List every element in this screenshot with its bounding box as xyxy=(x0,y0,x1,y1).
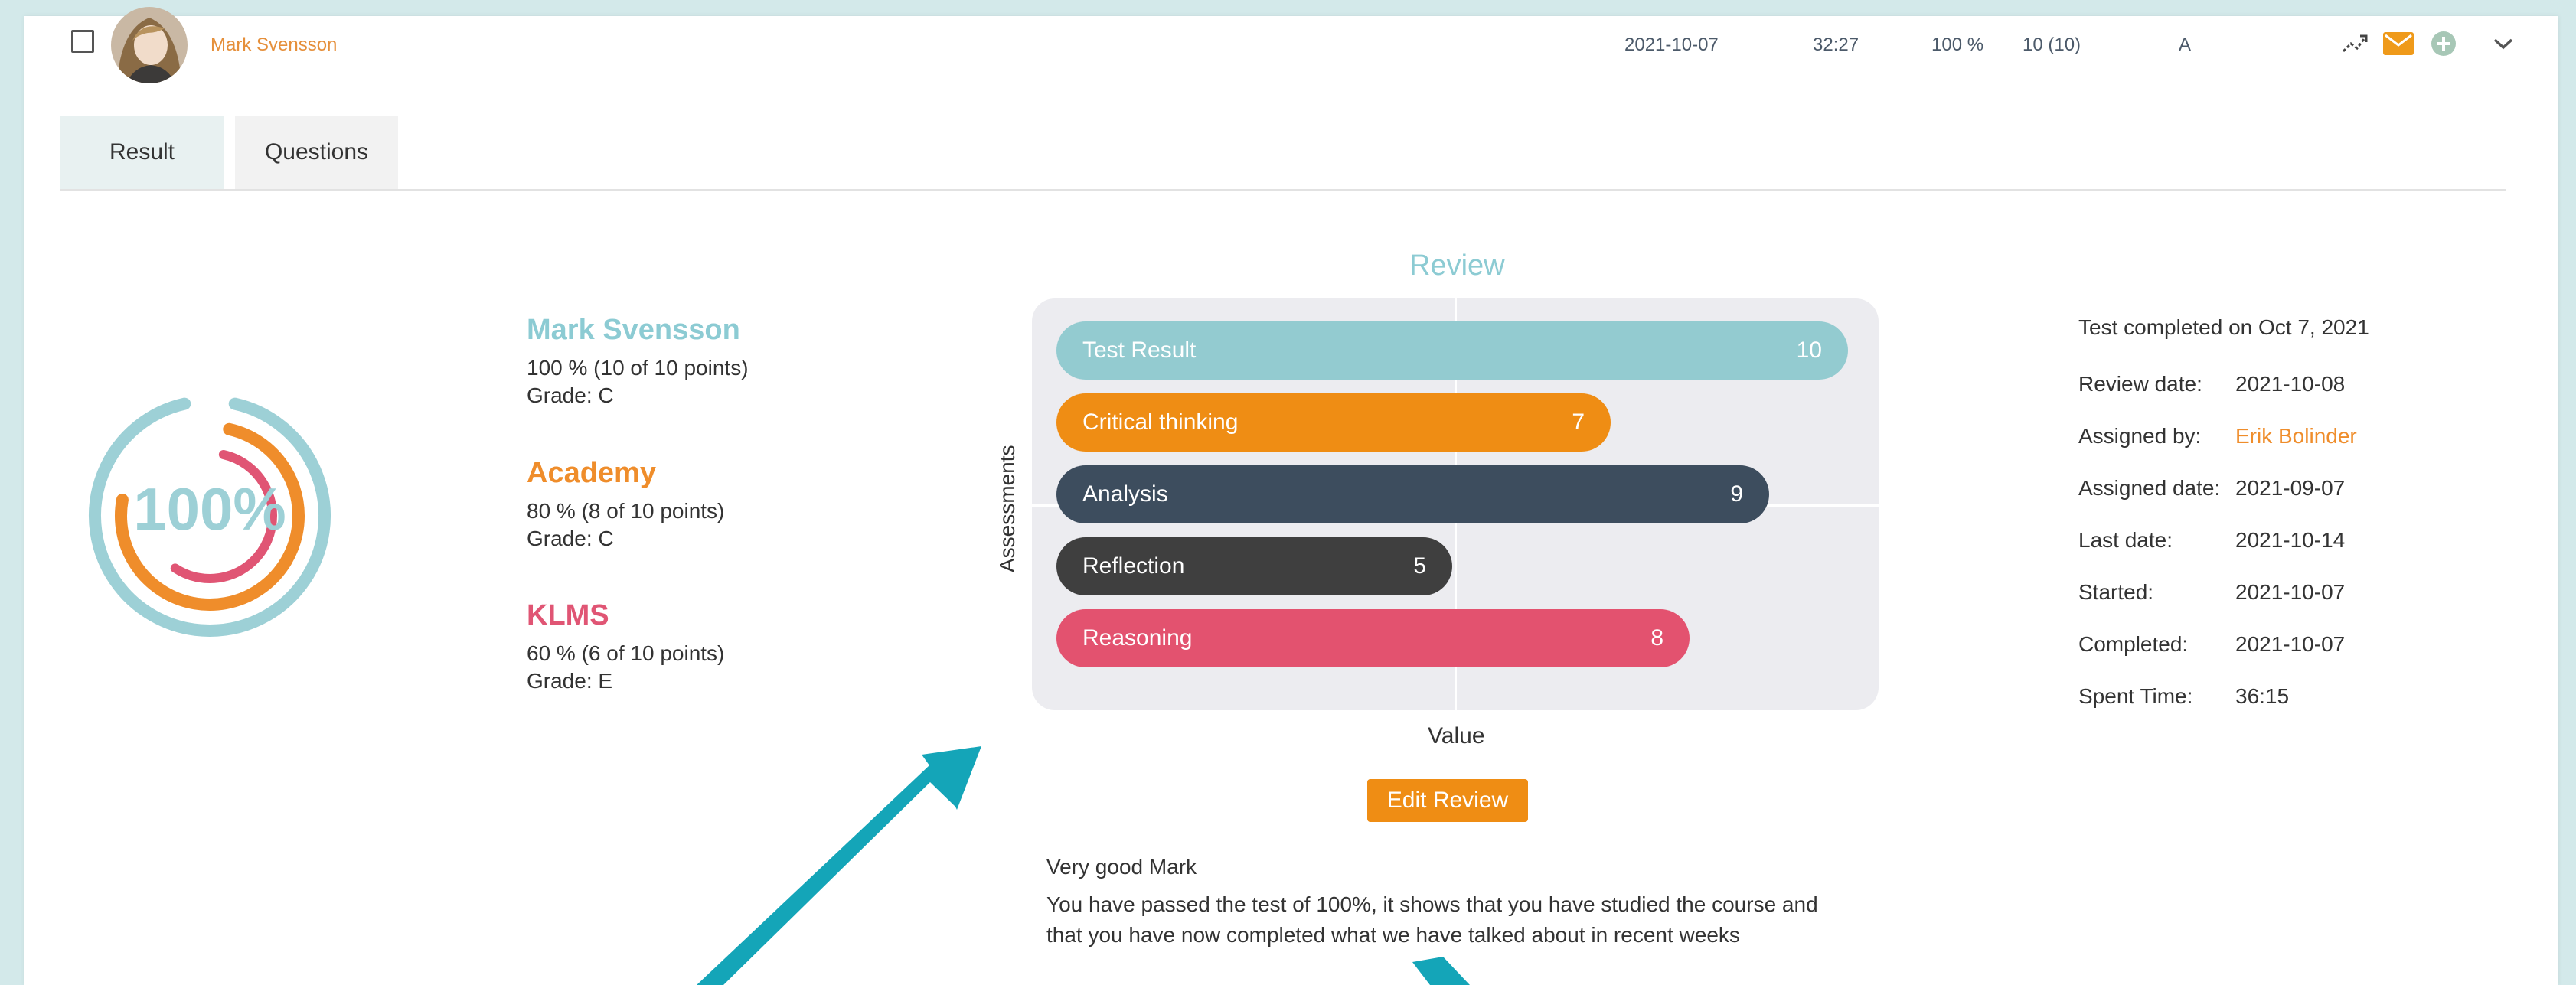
group-summary-student: Mark Svensson 100 % (10 of 10 points) Gr… xyxy=(527,314,749,409)
chart-y-axis-label: Assessments xyxy=(995,445,1019,573)
chart-bar-value: 5 xyxy=(1413,553,1426,579)
detail-value: 2021-10-07 xyxy=(2235,580,2346,604)
detail-label: Completed: xyxy=(2078,632,2189,656)
group-name: KLMS xyxy=(527,599,609,631)
assigned-by-link[interactable]: Erik Bolinder xyxy=(2235,424,2357,448)
chart-bar: Test Result 10 xyxy=(1056,321,1848,380)
score-ring: 100% xyxy=(89,397,331,637)
tab-result[interactable]: Result xyxy=(60,116,224,189)
detail-label: Spent Time: xyxy=(2078,684,2193,708)
row-points: 10 (10) xyxy=(2023,34,2081,55)
avatar xyxy=(111,7,188,83)
chart-bar-value: 10 xyxy=(1796,338,1822,363)
detail-label: Assigned date: xyxy=(2078,476,2221,500)
score-ring-label: 100% xyxy=(133,475,286,543)
group-grade: Grade: E xyxy=(527,669,613,693)
group-name: Academy xyxy=(527,457,656,489)
chart-bar-label: Test Result xyxy=(1082,338,1197,363)
chart-plot-area: Test Result 10 Critical thinking 7 Analysis 9… xyxy=(1032,298,1879,710)
group-grade: Grade: C xyxy=(527,383,614,407)
group-score: 100 % (10 of 10 points) xyxy=(527,356,749,380)
chart-x-axis-label: Value xyxy=(1428,723,1485,749)
group-name: Mark Svensson xyxy=(527,314,740,346)
row-percent: 100 % xyxy=(1931,34,1984,55)
mail-icon[interactable] xyxy=(2382,27,2415,60)
chart-bar: Reflection 5 xyxy=(1056,537,1452,595)
row-grade: A xyxy=(2179,34,2192,55)
group-score: 60 % (6 of 10 points) xyxy=(527,641,725,665)
detail-value: 2021-10-07 xyxy=(2235,632,2346,656)
detail-value: 2021-10-08 xyxy=(2235,372,2346,396)
group-score: 80 % (8 of 10 points) xyxy=(527,499,725,523)
chart-bar-value: 9 xyxy=(1730,481,1743,507)
chart-bar-label: Critical thinking xyxy=(1082,409,1239,435)
review-body-line-1: You have passed the test of 100%, it sho… xyxy=(1046,892,1818,916)
row-duration: 32:27 xyxy=(1813,34,1859,55)
chart-bar: Critical thinking 7 xyxy=(1056,393,1611,452)
chart-bar: Analysis 9 xyxy=(1056,465,1769,523)
chart-bar-label: Analysis xyxy=(1082,481,1168,507)
add-icon[interactable] xyxy=(2427,27,2460,60)
review-heading: Very good Mark xyxy=(1046,855,1197,879)
group-summary-klms: KLMS 60 % (6 of 10 points) Grade: E xyxy=(527,599,724,695)
detail-value: 36:15 xyxy=(2235,684,2290,708)
chart-bar-value: 8 xyxy=(1650,625,1663,651)
row-select-checkbox[interactable] xyxy=(71,30,94,53)
chart-title: Review xyxy=(1409,250,1505,282)
detail-value: 2021-09-07 xyxy=(2235,476,2346,500)
detail-label: Last date: xyxy=(2078,528,2173,552)
trend-icon[interactable] xyxy=(2339,27,2372,60)
review-body-line-2: that you have now completed what we have… xyxy=(1046,923,1740,947)
group-grade: Grade: C xyxy=(527,527,614,550)
chevron-down-icon[interactable] xyxy=(2486,27,2520,60)
edit-review-button[interactable]: Edit Review xyxy=(1367,779,1528,822)
detail-value: 2021-10-14 xyxy=(2235,528,2346,552)
chart-bar: Reasoning 8 xyxy=(1056,609,1690,667)
detail-label: Assigned by: xyxy=(2078,424,2202,448)
tab-divider xyxy=(60,189,2506,191)
chart-bar-label: Reflection xyxy=(1082,553,1185,579)
student-name-link[interactable]: Mark Svensson xyxy=(211,34,337,56)
test-completed-text: Test completed on Oct 7, 2021 xyxy=(2078,315,2369,339)
row-date: 2021-10-07 xyxy=(1624,34,1719,55)
detail-label: Started: xyxy=(2078,580,2154,604)
chart-bar-label: Reasoning xyxy=(1082,625,1193,651)
tab-questions[interactable]: Questions xyxy=(235,116,398,189)
chart-bar-value: 7 xyxy=(1572,409,1585,435)
detail-label: Review date: xyxy=(2078,372,2202,396)
group-summary-academy: Academy 80 % (8 of 10 points) Grade: C xyxy=(527,457,724,553)
